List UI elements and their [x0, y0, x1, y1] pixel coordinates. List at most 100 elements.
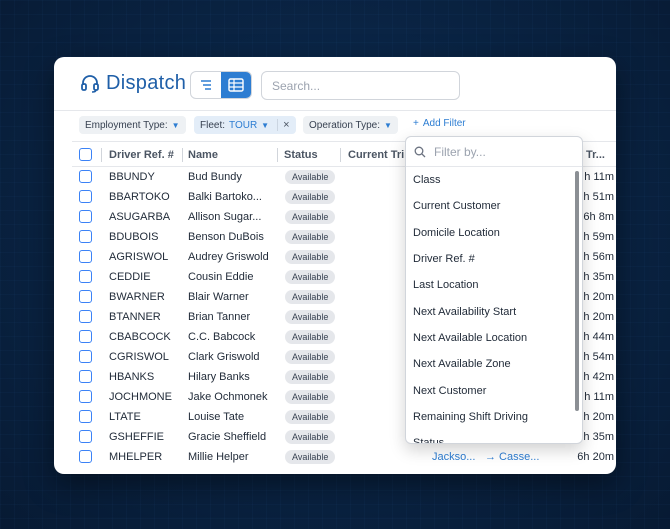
driver-ref-cell: JOCHMONE: [109, 391, 172, 403]
time-remaining-cell: h 20m: [583, 291, 614, 303]
status-badge: Available: [285, 350, 336, 364]
driver-name-cell: Benson DuBois: [188, 231, 264, 243]
top-bar: Dispatch Search...: [54, 57, 616, 111]
driver-name-cell: Cousin Eddie: [188, 271, 254, 283]
search-icon: [414, 146, 426, 157]
filter-option[interactable]: Next Available Zone: [406, 351, 576, 377]
status-badge: Available: [285, 410, 336, 424]
employment-type-label: Employment Type:: [85, 119, 168, 131]
filter-option[interactable]: Next Customer: [406, 377, 576, 403]
time-remaining-cell: h 42m: [583, 371, 614, 383]
row-checkbox[interactable]: [79, 410, 92, 423]
column-divider: [277, 148, 278, 162]
fleet-filter[interactable]: Fleet: TOUR ▼ ×: [194, 116, 296, 134]
filter-option[interactable]: Next Availability Start: [406, 298, 576, 324]
search-input[interactable]: Search...: [261, 71, 460, 100]
driver-name-cell: Louise Tate: [188, 411, 245, 423]
filter-option[interactable]: Domicile Location: [406, 220, 576, 246]
column-divider: [340, 148, 341, 162]
driver-ref-cell: MHELPER: [109, 451, 163, 463]
column-name[interactable]: Name: [188, 149, 218, 161]
time-remaining-cell: 6h 20m: [577, 451, 614, 463]
close-icon[interactable]: ×: [277, 119, 290, 131]
scrollbar[interactable]: [575, 171, 579, 411]
column-time-remaining[interactable]: Tr...: [586, 149, 605, 161]
driver-ref-cell: BTANNER: [109, 311, 161, 323]
plus-icon: +: [413, 118, 419, 129]
employment-type-filter[interactable]: Employment Type: ▼: [79, 116, 186, 134]
row-checkbox[interactable]: [79, 390, 92, 403]
filter-option[interactable]: Driver Ref. #: [406, 246, 576, 272]
driver-ref-cell: HBANKS: [109, 371, 155, 383]
status-badge: Available: [285, 310, 336, 324]
row-checkbox[interactable]: [79, 170, 92, 183]
filter-option[interactable]: Remaining Shift Driving: [406, 404, 576, 430]
column-driver-ref[interactable]: Driver Ref. #: [109, 149, 174, 161]
driver-ref-cell: CEDDIE: [109, 271, 151, 283]
list-icon: [201, 80, 211, 90]
driver-ref-cell: BDUBOIS: [109, 231, 159, 243]
driver-name-cell: C.C. Babcock: [188, 331, 256, 343]
filter-option[interactable]: Class: [406, 167, 576, 193]
row-checkbox[interactable]: [79, 290, 92, 303]
column-divider: [182, 148, 183, 162]
driver-name-cell: Blair Warner: [188, 291, 249, 303]
headset-icon: [81, 74, 99, 93]
table-row[interactable]: MHELPER Millie Helper Available 6h 20m Jacks…: [72, 447, 616, 467]
fleet-value: TOUR: [229, 119, 258, 131]
chevron-down-icon: ▼: [171, 120, 180, 130]
driver-ref-cell: BBARTOKO: [109, 191, 170, 203]
row-checkbox[interactable]: [79, 210, 92, 223]
time-remaining-cell: h 20m: [583, 411, 614, 423]
driver-name-cell: Allison Sugar...: [188, 211, 262, 223]
column-divider: [101, 148, 102, 162]
filter-option[interactable]: Last Location: [406, 272, 576, 298]
row-checkbox[interactable]: [79, 190, 92, 203]
driver-ref-cell: LTATE: [109, 411, 141, 423]
add-filter-button[interactable]: + Add Filter: [413, 118, 466, 129]
filter-search-placeholder: Filter by...: [434, 144, 486, 159]
column-current-trip[interactable]: Current Tri: [348, 149, 404, 161]
list-view-button[interactable]: [191, 72, 221, 98]
status-badge: Available: [285, 370, 336, 384]
status-badge: Available: [285, 430, 336, 444]
filter-search[interactable]: Filter by...: [406, 137, 582, 167]
time-remaining-cell: 6h 8m: [583, 211, 614, 223]
driver-ref-cell: CGRISWOL: [109, 351, 169, 363]
row-checkbox[interactable]: [79, 310, 92, 323]
driver-name-cell: Jake Ochmonek: [188, 391, 268, 403]
time-remaining-cell: h 35m: [583, 431, 614, 443]
filter-dropdown: Filter by... Class Current Customer Domici…: [405, 136, 583, 444]
row-checkbox[interactable]: [79, 330, 92, 343]
row-checkbox[interactable]: [79, 450, 92, 463]
status-badge: Available: [285, 330, 336, 344]
row-checkbox[interactable]: [79, 430, 92, 443]
driver-name-cell: Bud Bundy: [188, 171, 242, 183]
filter-option[interactable]: Current Customer: [406, 193, 576, 219]
status-badge: Available: [285, 170, 336, 184]
driver-name-cell: Balki Bartoko...: [188, 191, 262, 203]
select-all-checkbox[interactable]: [79, 148, 92, 161]
row-checkbox[interactable]: [79, 350, 92, 363]
filter-option[interactable]: Next Available Location: [406, 325, 576, 351]
time-remaining-cell: h 11m: [584, 171, 614, 183]
row-checkbox[interactable]: [79, 250, 92, 263]
row-checkbox[interactable]: [79, 270, 92, 283]
filter-option[interactable]: Status: [406, 430, 576, 443]
driver-name-cell: Gracie Sheffield: [188, 431, 267, 443]
trip-destination-link[interactable]: → Casse...: [485, 451, 539, 463]
status-badge: Available: [285, 270, 336, 284]
column-status[interactable]: Status: [284, 149, 318, 161]
driver-name-cell: Clark Griswold: [188, 351, 260, 363]
chevron-down-icon: ▼: [383, 120, 392, 130]
time-remaining-cell: h 44m: [583, 331, 614, 343]
table-view-button[interactable]: [221, 72, 251, 98]
driver-name-cell: Brian Tanner: [188, 311, 251, 323]
row-checkbox[interactable]: [79, 370, 92, 383]
operation-type-filter[interactable]: Operation Type: ▼: [303, 116, 398, 134]
trip-origin-link[interactable]: Jackso...: [432, 451, 475, 463]
driver-ref-cell: AGRISWOL: [109, 251, 169, 263]
status-badge: Available: [285, 290, 336, 304]
time-remaining-cell: h 11m: [584, 391, 614, 403]
row-checkbox[interactable]: [79, 230, 92, 243]
